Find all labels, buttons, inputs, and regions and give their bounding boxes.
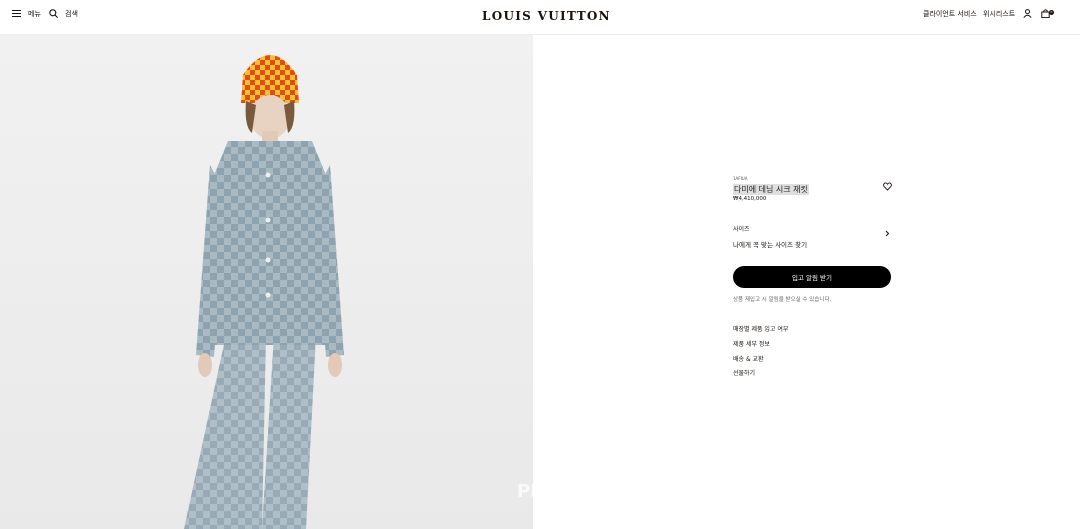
client-service-link[interactable]: 클라이언트 서비스 [923, 9, 977, 19]
wishlist-link[interactable]: 위시리스트 [983, 9, 1015, 19]
search-icon [49, 9, 59, 19]
restock-note: 상품 재입고 시 알림을 받으실 수 있습니다. [733, 297, 832, 303]
client-service-label: 클라이언트 서비스 [923, 10, 977, 18]
search-label: 검색 [65, 10, 78, 18]
accordion-item-product-details[interactable]: 제품 세부 정보 [733, 339, 770, 348]
search-button[interactable]: 검색 [49, 9, 78, 19]
accordion-item-shipping-returns[interactable]: 배송 & 교환 [733, 354, 764, 363]
account-button[interactable] [1023, 9, 1033, 19]
product-title: 다미에 데님 시크 재킷 [733, 184, 809, 195]
notify-me-button[interactable]: 입고 알림 받기 [733, 266, 891, 288]
hamburger-icon [12, 9, 22, 19]
menu-label: 메뉴 [28, 10, 41, 18]
bag-count-badge: 0 [1049, 10, 1054, 15]
menu-button[interactable]: 메뉴 [12, 9, 41, 19]
user-icon [1023, 9, 1033, 19]
model-illustration [184, 55, 344, 529]
size-label: 사이즈 [733, 226, 750, 233]
size-selector[interactable]: 사이즈 [733, 223, 891, 237]
size-guide-link[interactable]: 나에게 꼭 맞는 사이즈 찾기 [733, 239, 807, 249]
image-watermark: PR [517, 481, 533, 502]
site-header: 메뉴 검색 LOUIS VUITTON 클라이언트 서비스 위시리스트 0 [0, 0, 1080, 35]
wishlist-label: 위시리스트 [983, 10, 1016, 18]
notify-me-label: 입고 알림 받기 [791, 274, 832, 282]
chevron-right-icon [883, 223, 891, 237]
accordion-item-gifting[interactable]: 선물하기 [733, 368, 755, 377]
brand-logo[interactable]: LOUIS VUITTON [482, 9, 610, 23]
heart-icon[interactable] [883, 176, 892, 191]
accordion-item-store-availability[interactable]: 매장별 제품 입고 여부 [733, 324, 788, 333]
product-image[interactable]: PR [0, 35, 533, 529]
product-price: ₩4,410,000 [733, 196, 767, 202]
product-sku: 1AFIUA [733, 176, 748, 181]
